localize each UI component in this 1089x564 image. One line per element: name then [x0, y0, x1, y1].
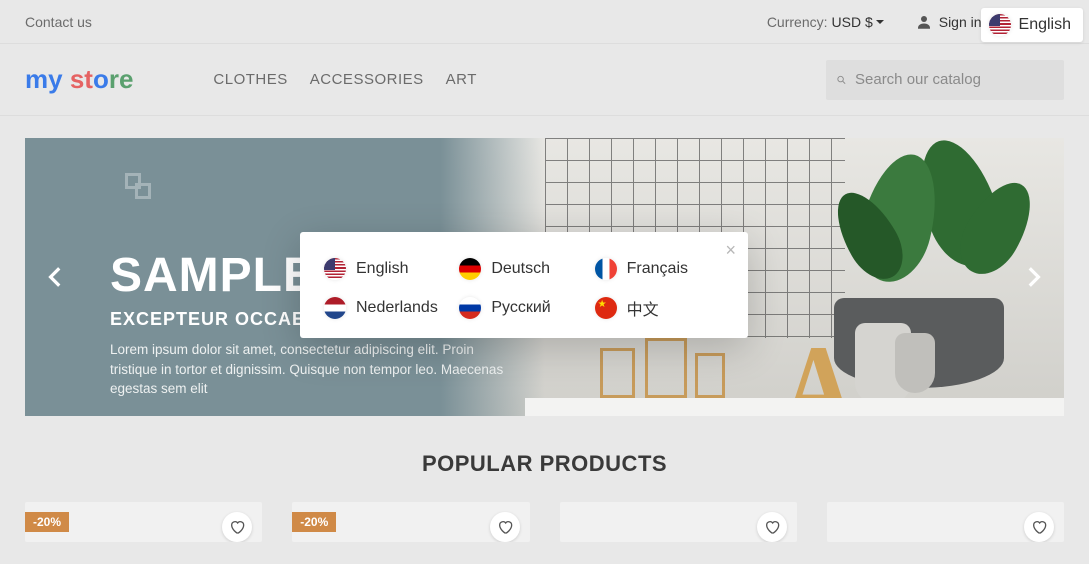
language-option-english[interactable]: English: [324, 258, 453, 280]
carousel-next[interactable]: [1014, 258, 1052, 296]
language-current-label: English: [1019, 16, 1071, 34]
language-option-chinese[interactable]: 中文: [595, 296, 724, 320]
nav-item-accessories[interactable]: ACCESSORIES: [310, 71, 424, 88]
carousel-prev[interactable]: [37, 258, 75, 296]
language-option-francais[interactable]: Français: [595, 258, 724, 280]
flag-us-icon: [989, 14, 1011, 36]
chevron-down-icon: [875, 17, 885, 27]
search-icon: [836, 71, 847, 89]
currency-selector[interactable]: Currency: USD $: [767, 14, 885, 30]
heart-icon: [764, 519, 780, 535]
flag-nl-icon: [324, 297, 346, 319]
wishlist-button[interactable]: [1024, 512, 1054, 542]
nav-item-art[interactable]: ART: [446, 71, 477, 88]
flag-fr-icon: [595, 258, 617, 280]
language-option-label: Français: [627, 260, 688, 278]
language-option-label: Deutsch: [491, 260, 550, 278]
discount-badge: -20%: [25, 512, 69, 532]
currency-value: USD $: [832, 14, 873, 30]
close-button[interactable]: ×: [725, 240, 736, 261]
product-card[interactable]: [560, 502, 797, 542]
wishlist-button[interactable]: [490, 512, 520, 542]
popular-products-heading: POPULAR PRODUCTS: [0, 451, 1089, 477]
hero-body: Lorem ipsum dolor sit amet, consectetur …: [110, 340, 510, 399]
flag-us-icon: [324, 258, 346, 280]
nav-item-clothes[interactable]: CLOTHES: [213, 71, 287, 88]
product-card[interactable]: -20%: [292, 502, 529, 542]
flag-de-icon: [459, 258, 481, 280]
chevron-right-icon: [1020, 264, 1046, 290]
language-option-label: Русский: [491, 299, 550, 317]
products-row: -20% -20%: [0, 502, 1089, 542]
language-option-deutsch[interactable]: Deutsch: [459, 258, 588, 280]
flag-ru-icon: [459, 297, 481, 319]
hero-decor-squares: [125, 173, 157, 205]
wishlist-button[interactable]: [222, 512, 252, 542]
heart-icon: [1031, 519, 1047, 535]
close-icon: ×: [725, 240, 736, 260]
top-bar: Contact us Currency: USD $ Sign in Cart: [0, 0, 1089, 44]
language-option-nederlands[interactable]: Nederlands: [324, 296, 453, 320]
language-switcher[interactable]: English: [981, 8, 1083, 42]
language-option-label: Nederlands: [356, 299, 438, 317]
store-logo[interactable]: my store: [25, 64, 133, 95]
language-option-russian[interactable]: Русский: [459, 296, 588, 320]
search-box[interactable]: [826, 60, 1064, 100]
person-icon: [915, 13, 933, 31]
contact-link[interactable]: Contact us: [25, 14, 92, 30]
signin-label: Sign in: [939, 14, 982, 30]
product-card[interactable]: -20%: [25, 502, 262, 542]
language-option-label: English: [356, 260, 408, 278]
signin-link[interactable]: Sign in: [915, 13, 982, 31]
heart-icon: [229, 519, 245, 535]
chevron-left-icon: [43, 264, 69, 290]
nav-links: CLOTHES ACCESSORIES ART: [213, 71, 476, 88]
heart-icon: [497, 519, 513, 535]
currency-label: Currency:: [767, 14, 828, 30]
product-card[interactable]: [827, 502, 1064, 542]
main-nav: my store CLOTHES ACCESSORIES ART: [0, 44, 1089, 116]
discount-badge: -20%: [292, 512, 336, 532]
flag-cn-icon: [595, 297, 617, 319]
language-option-label: 中文: [627, 296, 659, 320]
search-input[interactable]: [855, 71, 1054, 88]
wishlist-button[interactable]: [757, 512, 787, 542]
language-modal: × English Deutsch Français Nederlands Ру…: [300, 232, 748, 338]
